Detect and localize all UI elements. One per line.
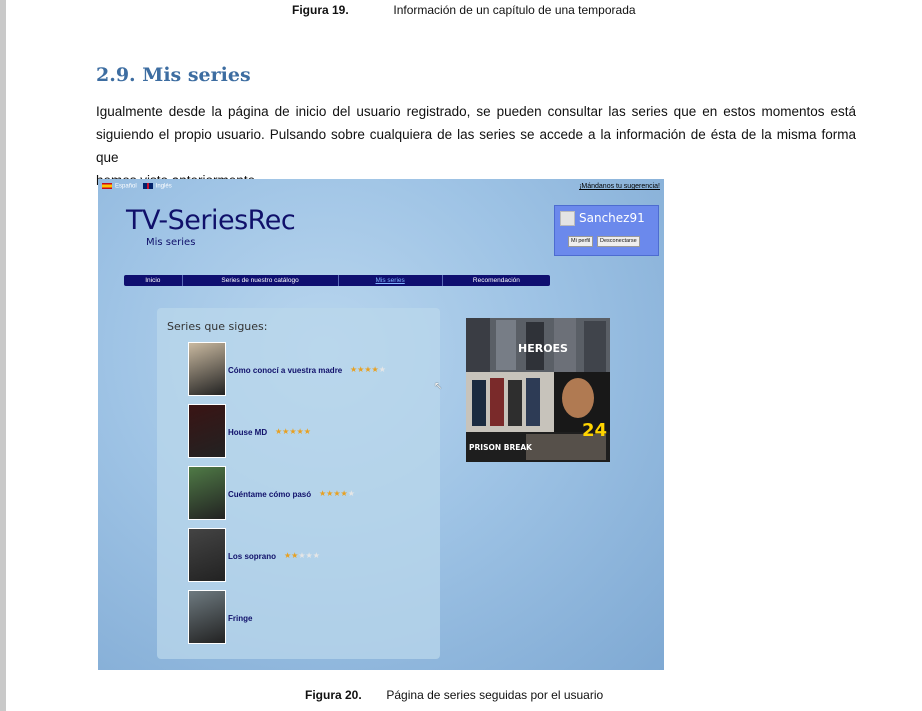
- avatar: [560, 211, 575, 226]
- lang-spanish-label: Español: [115, 183, 137, 190]
- star-icon: ★: [340, 489, 348, 498]
- profile-button[interactable]: Mi perfil: [568, 236, 594, 247]
- figure-19-text: Información de un capítulo de una tempor…: [393, 3, 636, 17]
- collage-title-prison-break: PRISON BREAK: [469, 443, 533, 452]
- star-icon: ★: [289, 427, 297, 436]
- main-nav: Inicio Series de nuestro catálogo Mis se…: [124, 275, 550, 286]
- series-item[interactable]: House MD ★★★★★: [188, 404, 428, 458]
- series-poster[interactable]: [188, 590, 226, 644]
- nav-item-inicio[interactable]: Inicio: [124, 275, 183, 286]
- star-icon: ★: [312, 551, 320, 560]
- section-heading: 2.9. Mis series: [96, 64, 251, 86]
- series-poster[interactable]: [188, 466, 226, 520]
- language-switcher: Español Inglés: [102, 183, 172, 190]
- series-poster[interactable]: [188, 404, 226, 458]
- figure-19-caption: Figura 19. Información de un capítulo de…: [292, 3, 636, 17]
- star-icon: ★: [371, 365, 379, 374]
- logout-button[interactable]: Desconectarse: [597, 236, 640, 247]
- lang-english-label: Inglés: [155, 183, 172, 190]
- series-name[interactable]: Los soprano: [228, 552, 276, 561]
- series-poster[interactable]: [188, 528, 226, 582]
- spain-flag-icon: [102, 183, 112, 189]
- nav-item-catalogo[interactable]: Series de nuestro catálogo: [183, 275, 339, 286]
- lang-english-link[interactable]: Inglés: [142, 183, 172, 190]
- mouse-cursor-icon: ↖: [434, 381, 443, 392]
- series-item[interactable]: Cuéntame cómo pasó ★★★★★: [188, 466, 428, 520]
- series-item[interactable]: Fringe: [188, 590, 428, 644]
- figure-19-label: Figura 19.: [292, 3, 349, 17]
- star-icon: ★: [333, 489, 341, 498]
- star-icon: ★: [298, 551, 306, 560]
- series-name[interactable]: Cuéntame cómo pasó: [228, 490, 311, 499]
- star-icon: ★: [364, 365, 372, 374]
- followed-series-panel: Series que sigues: Cómo conocí a vuestra…: [157, 308, 440, 659]
- star-icon: ★: [296, 427, 304, 436]
- uk-flag-icon: [142, 183, 153, 189]
- series-collage-image: HEROES 24 PRISON BREAK: [466, 318, 610, 462]
- lang-spanish-link[interactable]: Español: [102, 183, 137, 190]
- collage-title-heroes: HEROES: [518, 342, 568, 355]
- star-icon: ★: [378, 365, 386, 374]
- site-logo[interactable]: TV-SeriesRec: [126, 205, 296, 236]
- series-name[interactable]: House MD: [228, 428, 267, 437]
- star-icon: ★: [347, 489, 355, 498]
- collage-title-24: 24: [582, 420, 607, 441]
- rating-stars: ★★★★★: [284, 551, 320, 560]
- star-icon: ★: [303, 427, 311, 436]
- username: Sanchez91: [579, 211, 645, 225]
- series-item[interactable]: Cómo conocí a vuestra madre ★★★★★: [188, 342, 428, 396]
- rating-stars: ★★★★★: [350, 365, 386, 374]
- nav-item-mis-series[interactable]: Mis series: [339, 275, 443, 286]
- figure-20-label: Figura 20.: [305, 688, 362, 702]
- app-screenshot: Español Inglés ¡Mándanos tu sugerencia! …: [98, 179, 664, 670]
- paragraph-line: siguiendo el propio usuario. Pulsando so…: [96, 127, 856, 165]
- page-subtitle: Mis series: [146, 237, 196, 248]
- rating-stars: ★★★★★: [275, 427, 311, 436]
- figure-20-text: Página de series seguidas por el usuario: [386, 688, 604, 702]
- collage-graphic: HEROES 24 PRISON BREAK: [466, 318, 610, 462]
- rating-stars: ★★★★★: [319, 489, 355, 498]
- user-box: Sanchez91 Mi perfil Desconectarse: [554, 205, 659, 256]
- series-name[interactable]: Fringe: [228, 614, 252, 623]
- series-item[interactable]: Los soprano ★★★★★: [188, 528, 428, 582]
- panel-title: Series que sigues:: [167, 320, 268, 333]
- star-icon: ★: [305, 551, 313, 560]
- suggestion-link[interactable]: ¡Mándanos tu sugerencia!: [579, 183, 660, 190]
- figure-20-caption: Figura 20. Página de series seguidas por…: [305, 688, 603, 702]
- paragraph-line: Igualmente desde la página de inicio del…: [96, 104, 856, 119]
- series-name[interactable]: Cómo conocí a vuestra madre: [228, 366, 342, 375]
- series-poster[interactable]: [188, 342, 226, 396]
- nav-item-recomendacion[interactable]: Recomendación: [443, 275, 550, 286]
